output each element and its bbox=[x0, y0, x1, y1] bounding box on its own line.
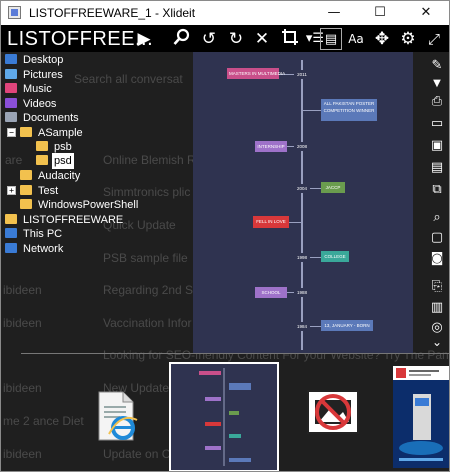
text-size-icon[interactable]: Aa bbox=[345, 28, 367, 50]
copy-icon[interactable]: ⎘ bbox=[429, 279, 445, 295]
ghost-text: PSB sample file bbox=[103, 251, 188, 265]
tree-item-desktop[interactable]: Desktop bbox=[5, 52, 65, 68]
tree-item-network[interactable]: Network bbox=[5, 241, 65, 257]
image-icon[interactable]: ▣ bbox=[429, 138, 445, 154]
timeline-event-label: INTERNSHIP bbox=[255, 141, 287, 152]
search-page-icon[interactable]: ⌕ bbox=[429, 210, 445, 226]
pictures-icon bbox=[5, 69, 17, 79]
folder-icon bbox=[5, 214, 17, 224]
tree-item-music[interactable]: Music bbox=[5, 81, 54, 97]
window-title: LISTOFFREEWARE_1 - Xlideit bbox=[29, 6, 196, 20]
app-title: LISTOFFREE... bbox=[7, 28, 154, 50]
timeline-event-label: JACCP bbox=[321, 182, 345, 193]
minimize-button[interactable]: — bbox=[311, 1, 357, 25]
play-icon[interactable]: ▶ bbox=[133, 28, 155, 50]
thumbnail-strip bbox=[1, 356, 449, 471]
desktop-icon bbox=[5, 54, 17, 64]
timeline-axis bbox=[301, 60, 303, 350]
tree-item-psd[interactable]: psd bbox=[36, 153, 74, 169]
fullscreen-icon[interactable]: ⤢ bbox=[423, 28, 445, 50]
move-icon[interactable]: ✥ bbox=[371, 28, 393, 50]
timeline-event-label: COLLEGE bbox=[321, 251, 349, 262]
document-icon[interactable]: ▤ bbox=[320, 28, 342, 50]
music-icon bbox=[5, 83, 17, 93]
timeline-event-label: 13, JANUARY - BORN bbox=[321, 320, 373, 331]
documents-icon bbox=[5, 112, 17, 122]
divider bbox=[21, 353, 449, 354]
folder-icon bbox=[20, 199, 32, 209]
timeline-year: 2008 bbox=[294, 142, 310, 151]
expand-toggle[interactable]: + bbox=[7, 186, 16, 195]
zoom-icon[interactable] bbox=[171, 28, 193, 50]
tree-item-windowspowershell[interactable]: WindowsPowerShell bbox=[20, 197, 140, 213]
rotate-right-icon[interactable]: ↻ bbox=[225, 28, 247, 50]
ghost-text: ibideen bbox=[3, 316, 42, 330]
crop-icon[interactable] bbox=[279, 28, 301, 50]
edit-icon[interactable]: ✎ bbox=[429, 58, 445, 74]
folder-icon bbox=[20, 127, 32, 137]
folder-icon bbox=[36, 155, 48, 165]
product-thumbnail[interactable] bbox=[393, 366, 449, 468]
network-icon bbox=[5, 243, 17, 253]
image-preview[interactable]: MASTERS IN MULTIMEDIA 2011 ALL PAKISTAN … bbox=[193, 52, 413, 353]
videos-icon bbox=[5, 98, 17, 108]
right-toolbar: ✎ ▼ ⎙ ▭ ▣ ▤ ⧉ ⌕ ▢ ◙ ⎘ ▥ ◎ ⌄ bbox=[425, 52, 449, 352]
timeline-event-label: SCHOOL bbox=[255, 287, 287, 298]
timeline-year: 1988 bbox=[294, 288, 310, 297]
computer-icon bbox=[5, 228, 17, 238]
timeline-year: 1984 bbox=[294, 322, 310, 331]
ghost-text: Search all conversat bbox=[74, 72, 183, 86]
timeline-thumbnail[interactable] bbox=[169, 362, 279, 471]
ie-document-thumbnail[interactable] bbox=[95, 390, 139, 444]
tree-item-documents[interactable]: Documents bbox=[5, 110, 81, 126]
ghost-text: Online Blemish Re bbox=[103, 153, 203, 167]
app-icon bbox=[8, 6, 21, 19]
timeline-connector bbox=[303, 110, 321, 111]
slideshow-icon[interactable]: ▤ bbox=[429, 160, 445, 176]
title-bar: LISTOFFREEWARE_1 - Xlideit — ☐ ✕ bbox=[1, 1, 449, 25]
timeline-event-label: ALL PAKISTAN POSTER COMPETITION WINNER bbox=[321, 99, 377, 121]
folder-icon bbox=[20, 170, 32, 180]
ghost-text: are bbox=[5, 153, 23, 167]
laptop-icon[interactable]: ▭ bbox=[429, 116, 445, 132]
close-icon[interactable]: ✕ bbox=[251, 28, 273, 50]
print-icon[interactable]: ⎙ bbox=[429, 94, 445, 110]
window-icon[interactable]: ▢ bbox=[429, 230, 445, 246]
rotate-left-icon[interactable]: ↺ bbox=[198, 28, 220, 50]
tree-item-audacity[interactable]: Audacity bbox=[20, 168, 82, 184]
settings-icon[interactable]: ⚙ bbox=[397, 28, 419, 50]
folder-icon bbox=[36, 141, 48, 151]
chevron-down-icon[interactable]: ⌄ bbox=[429, 334, 445, 350]
app-window: LISTOFFREEWARE_1 - Xlideit — ☐ ✕ LISTOFF… bbox=[0, 0, 450, 472]
timeline-event-label: FELL IN LOVE bbox=[253, 216, 289, 228]
timeline-year: 1998 bbox=[294, 253, 310, 262]
collapse-toggle[interactable]: − bbox=[7, 128, 16, 137]
folder-icon bbox=[20, 185, 32, 195]
tree-item-this-pc[interactable]: This PC bbox=[5, 226, 64, 242]
timeline-year: 2004 bbox=[294, 184, 310, 193]
timeline-event-label: MASTERS IN MULTIMEDIA bbox=[227, 68, 285, 79]
maximize-button[interactable]: ☐ bbox=[357, 1, 403, 25]
camera-icon[interactable]: ◙ bbox=[429, 251, 445, 267]
dropdown-icon[interactable]: ▼ bbox=[429, 76, 445, 92]
timeline-year: 2011 bbox=[294, 70, 310, 79]
gallery-icon[interactable]: ⧉ bbox=[429, 182, 445, 198]
no-image-thumbnail[interactable] bbox=[307, 390, 359, 434]
close-window-button[interactable]: ✕ bbox=[403, 1, 449, 25]
ghost-text: ibideen bbox=[3, 283, 42, 297]
ghost-text: Vaccination Infor bbox=[103, 316, 192, 330]
clipboard-icon[interactable]: ▥ bbox=[429, 300, 445, 316]
timeline-connector bbox=[289, 222, 301, 223]
ghost-text: Regarding 2nd Sa bbox=[103, 283, 200, 297]
